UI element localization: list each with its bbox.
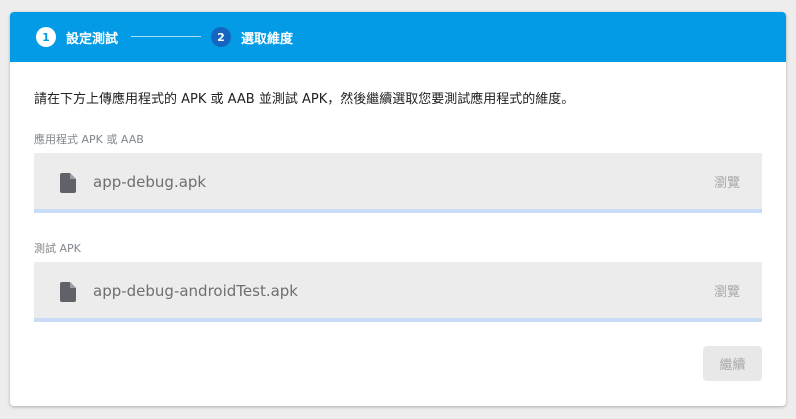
test-apk-field-label: 測試 APK [34, 242, 81, 255]
stepper-header: 1 設定測試 2 選取維度 [10, 12, 786, 62]
step-2-number-badge: 2 [211, 27, 231, 47]
step-1-number-badge: 1 [36, 27, 56, 47]
step-connector [131, 36, 201, 37]
test-apk-file-field[interactable]: app-debug-androidTest.apk 瀏覽 [34, 262, 762, 322]
app-apk-file-field[interactable]: app-debug.apk 瀏覽 [34, 153, 762, 213]
step-2-label: 選取維度 [241, 31, 294, 47]
continue-button[interactable]: 繼續 [703, 346, 762, 381]
test-apk-browse-button[interactable]: 瀏覽 [714, 281, 740, 300]
step-1-label: 設定測試 [66, 31, 119, 47]
step-set-up-test[interactable]: 1 設定測試 [36, 26, 118, 48]
step-select-dimensions[interactable]: 2 選取維度 [211, 26, 293, 48]
test-apk-filename: app-debug-androidTest.apk [93, 282, 298, 300]
instruction-text: 請在下方上傳應用程式的 APK 或 AAB 並測試 APK，然後繼續選取您要測試… [34, 92, 575, 107]
upload-dialog: 1 設定測試 2 選取維度 請在下方上傳應用程式的 APK 或 AAB 並測試 … [10, 12, 786, 406]
file-icon [60, 173, 76, 193]
app-apk-browse-button[interactable]: 瀏覽 [714, 172, 740, 191]
file-icon [60, 282, 76, 302]
app-apk-filename: app-debug.apk [93, 173, 207, 191]
app-apk-field-label: 應用程式 APK 或 AAB [34, 133, 144, 146]
